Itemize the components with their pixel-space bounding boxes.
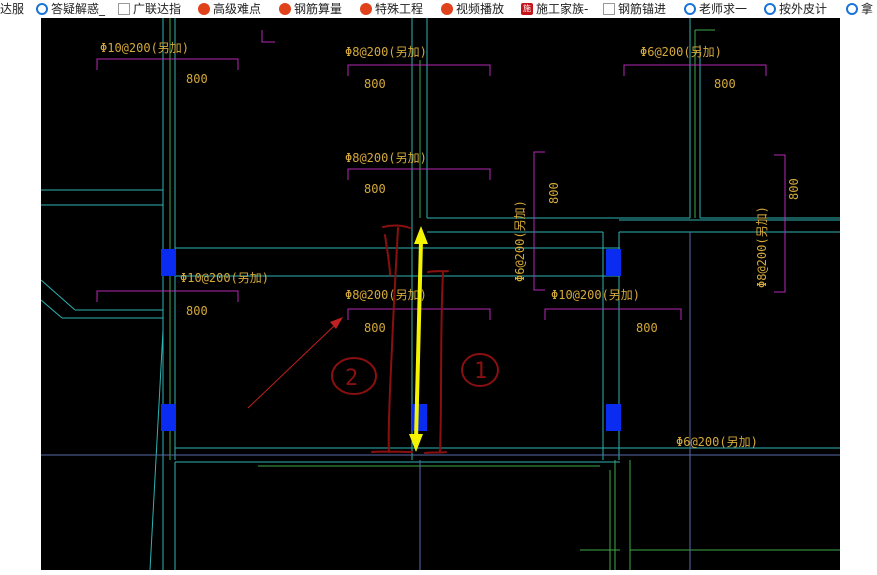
bookmark-item[interactable]: 特殊工程 <box>360 0 423 18</box>
dim-label: 800 <box>364 77 386 91</box>
bookmark-label: 广联达指 <box>133 1 182 16</box>
marker-one: 1 <box>474 359 487 384</box>
rebar-label: Φ10@200(另加) <box>100 41 189 55</box>
rebar-label: Φ8@200(另加) <box>345 288 427 302</box>
bookmark-item[interactable]: 老师求一 <box>684 0 747 18</box>
dim-label: 800 <box>186 72 208 86</box>
bookmark-item[interactable]: 钢筋算量 <box>279 0 342 18</box>
swirl-icon <box>279 3 291 15</box>
dim-label: 800 <box>364 321 386 335</box>
right-margin <box>840 18 877 575</box>
bottom-margin <box>41 570 840 575</box>
shi-icon: 施 <box>521 3 533 15</box>
left-margin <box>0 18 41 575</box>
rebar-label: Φ8@200(另加) <box>755 206 769 288</box>
cad-drawing-viewport[interactable]: Φ10@200(另加) 800 Φ8@200(另加) 800 Φ6@200(另加… <box>40 18 840 571</box>
bookmark-item[interactable]: 答疑解惑_ <box>36 0 105 18</box>
dim-label: 800 <box>186 304 208 318</box>
page-icon <box>118 3 130 15</box>
bookmark-item[interactable]: 按外皮计 <box>764 0 827 18</box>
bookmark-label: 老师求一 <box>699 1 748 16</box>
bookmark-item[interactable]: 广联达指 <box>118 0 181 18</box>
rebar-label: Φ10@200(另加) <box>180 271 269 285</box>
rebar-label: Φ6@200(另加) <box>676 435 758 449</box>
bookmark-item[interactable]: 达服 <box>0 0 24 18</box>
bookmark-item[interactable]: 施施工家族- <box>521 0 588 18</box>
ie-icon <box>36 3 48 15</box>
ie-icon <box>684 3 696 15</box>
dim-label: 800 <box>364 182 386 196</box>
bookmarks-bar: 达服 答疑解惑_ 广联达指 高级难点 钢筋算量 特殊工程 视频播放 施施工家族- 钢筋锚进 老师求… <box>0 0 877 19</box>
swirl-icon <box>360 3 372 15</box>
rebar-label: Φ6@200(另加) <box>513 200 527 282</box>
bookmark-label: 钢筋算量 <box>294 1 343 16</box>
dim-label: 800 <box>714 77 736 91</box>
rebar-label: Φ10@200(另加) <box>551 288 640 302</box>
rebar-label: Φ8@200(另加) <box>345 151 427 165</box>
swirl-icon <box>198 3 210 15</box>
rebar-label: Φ8@200(另加) <box>345 45 427 59</box>
bookmark-label: 视频播放 <box>456 1 505 16</box>
ie-icon <box>846 3 858 15</box>
bookmark-label: 答疑解惑_ <box>51 1 106 16</box>
bookmark-label: 钢筋锚进 <box>618 1 667 16</box>
bookmark-label: 高级难点 <box>213 1 262 16</box>
bookmark-label: 拿 <box>861 1 874 16</box>
page-icon <box>603 3 615 15</box>
bookmark-label: 特殊工程 <box>375 1 424 16</box>
bookmark-label: 施工家族- <box>536 1 589 16</box>
cad-drawing: Φ10@200(另加) 800 Φ8@200(另加) 800 Φ6@200(另加… <box>40 18 840 571</box>
marker-two: 2 <box>345 366 358 391</box>
dim-label: 800 <box>547 182 561 204</box>
bookmark-item[interactable]: 视频播放 <box>441 0 504 18</box>
bookmark-label: 按外皮计 <box>779 1 828 16</box>
dim-label: 800 <box>787 178 801 200</box>
bookmark-item[interactable]: 高级难点 <box>198 0 261 18</box>
swirl-icon <box>441 3 453 15</box>
bookmark-item[interactable]: 拿 <box>846 0 873 18</box>
rebar-label: Φ6@200(另加) <box>640 45 722 59</box>
ie-icon <box>764 3 776 15</box>
bookmark-label: 达服 <box>0 1 25 16</box>
bookmark-item[interactable]: 钢筋锚进 <box>603 0 666 18</box>
dim-label: 800 <box>636 321 658 335</box>
